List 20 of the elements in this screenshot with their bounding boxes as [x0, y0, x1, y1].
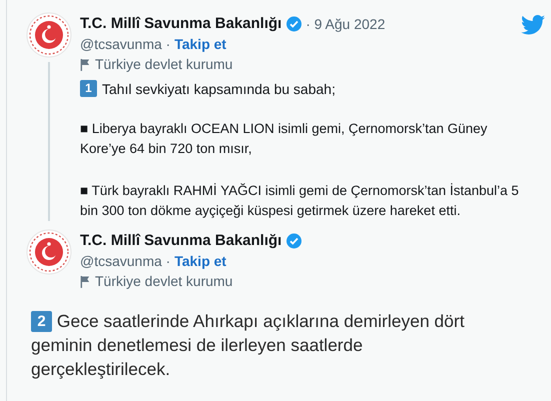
account-name[interactable]: T.C. Millî Savunma Bakanlığı [80, 232, 282, 249]
number-badge: 2 [31, 311, 52, 332]
tweet-text: 2 Gece saatlerinde Ahırkapı açıklarına demirleyen dört geminin denetlemesi de ilerleyen saatlerde gerçekleştirilecek. [31, 310, 466, 381]
tweet-text: Tahıl sevkiyatı kapsamında bu sabah; [102, 80, 336, 96]
account-handle: @tcsavunma · [80, 36, 170, 52]
follow-link[interactable]: Takip et [174, 253, 226, 269]
avatar-icon[interactable] [26, 229, 72, 275]
bird-icon [521, 15, 545, 35]
tweet-text: ■ Liberya bayraklı OCEAN LION isimli gemi, Çernomorsk’tan Güney Kore’ye 64 bin 720 ton mısır, [80, 120, 488, 158]
number-badge: 1 [80, 80, 97, 97]
account-label: Türkiye devlet kurumu [95, 56, 233, 72]
flag-icon [80, 58, 91, 70]
follow-link[interactable]: Takip et [174, 36, 226, 52]
account-handle: @tcsavunma · [80, 253, 170, 269]
tweet-date[interactable]: · 9 Ağu 2022 [306, 16, 386, 32]
flag-icon [80, 274, 91, 288]
account-name[interactable]: T.C. Millî Savunma Bakanlığı [80, 15, 282, 32]
tweet-text: ■ Türk bayraklı RAHMİ YAĞCI isimli gemi de Çernomorsk’tan İstanbul’a 5 bin 300 ton dökme ayçiçeği küspesi getirmek üzere hareket etti. [80, 182, 520, 220]
avatar-icon[interactable] [26, 12, 72, 58]
account-label: Türkiye devlet kurumu [95, 273, 233, 289]
